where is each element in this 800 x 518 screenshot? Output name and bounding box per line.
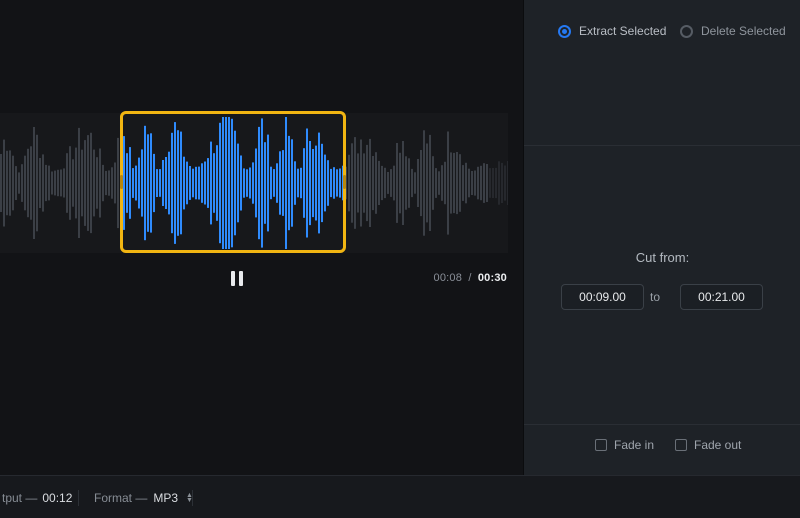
fade-out-checkbox[interactable] [675, 439, 687, 451]
fade-out-option[interactable]: Fade out [675, 438, 741, 452]
format-select[interactable]: Format — MP3 ▲▼ [94, 476, 193, 518]
format-label: Format — [94, 491, 147, 505]
cut-start-input[interactable] [561, 284, 644, 310]
settings-panel: Extract Selected Delete Selected Cut fro… [523, 0, 800, 475]
fade-out-label: Fade out [694, 438, 741, 452]
fade-options-row: Fade in Fade out [524, 438, 800, 456]
audio-cutter-window: 00:08 / 00:30 Extract Selected Delete Se… [0, 0, 800, 518]
footer-bar: tput — 00:12 Format — MP3 ▲▼ Export [0, 475, 800, 518]
time-display: 00:08 / 00:30 [0, 272, 507, 284]
to-label: to [650, 290, 660, 304]
panel-divider-bottom [524, 424, 800, 425]
time-separator: / [468, 272, 471, 284]
radio-extract-selected[interactable]: Extract Selected [558, 24, 666, 38]
selection-region[interactable] [120, 111, 346, 253]
footer-divider [78, 490, 79, 506]
radio-delete-label: Delete Selected [701, 24, 786, 38]
waveform-panel: 00:08 / 00:30 [0, 0, 523, 475]
selection-right-handle[interactable] [343, 175, 346, 189]
format-value: MP3 [153, 491, 178, 505]
mode-radio-group: Extract Selected Delete Selected [524, 24, 800, 42]
cut-range-row: to [524, 284, 800, 311]
output-duration: tput — 00:12 [2, 476, 72, 518]
output-label: tput — [2, 491, 37, 505]
current-time: 00:08 [434, 272, 463, 284]
fade-in-checkbox[interactable] [595, 439, 607, 451]
output-value: 00:12 [42, 491, 72, 505]
waveform-track[interactable] [0, 113, 508, 253]
total-time: 00:30 [478, 272, 507, 284]
fade-in-label: Fade in [614, 438, 654, 452]
fade-in-option[interactable]: Fade in [595, 438, 654, 452]
radio-on-icon [558, 25, 571, 38]
cut-end-input[interactable] [680, 284, 763, 310]
radio-delete-selected[interactable]: Delete Selected [680, 24, 786, 38]
radio-off-icon [680, 25, 693, 38]
selection-left-handle[interactable] [120, 175, 123, 189]
cut-from-label: Cut from: [524, 250, 800, 265]
panel-divider-top [524, 145, 800, 146]
footer-divider [192, 490, 193, 506]
radio-extract-label: Extract Selected [579, 24, 666, 38]
